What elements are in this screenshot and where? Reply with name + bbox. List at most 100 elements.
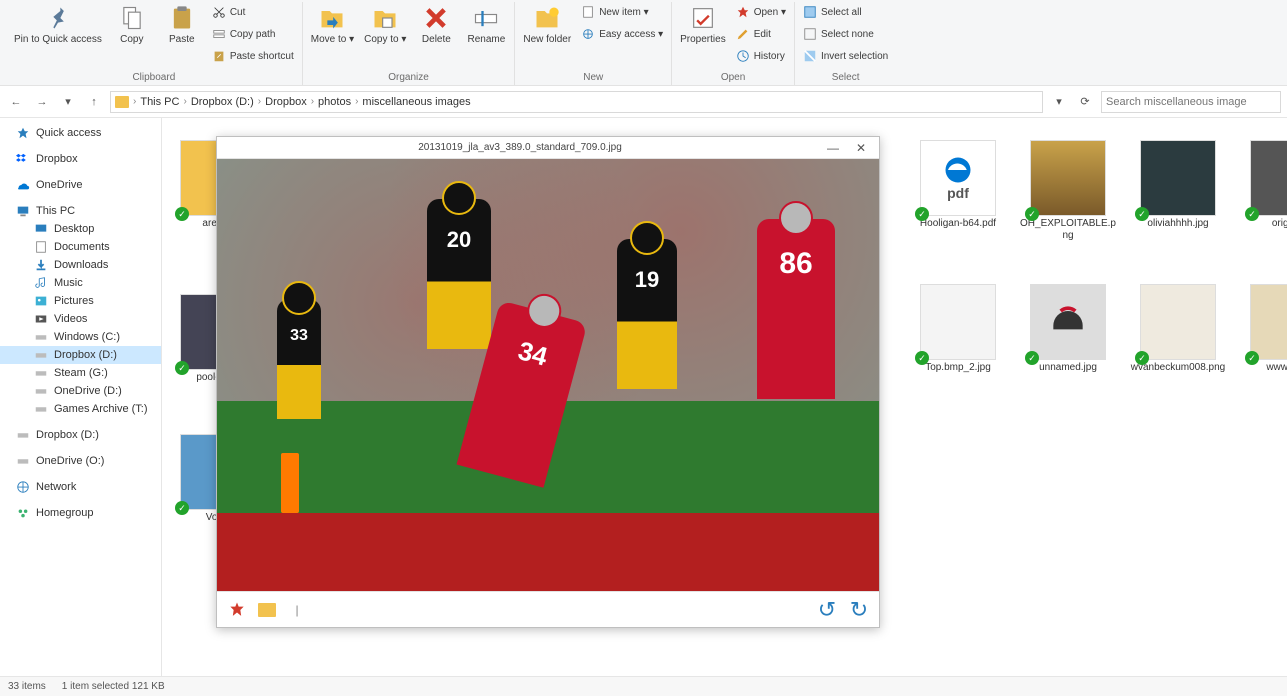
address-dropdown[interactable]: ▾ bbox=[1049, 92, 1069, 112]
copy-button[interactable]: Copy bbox=[110, 2, 154, 66]
downloads-icon bbox=[34, 258, 48, 272]
nav-drive-t[interactable]: Games Archive (T:) bbox=[0, 400, 161, 418]
toolbar-folder-button[interactable] bbox=[255, 598, 279, 622]
delete-button[interactable]: Delete bbox=[414, 2, 458, 66]
nav-desktop[interactable]: Desktop bbox=[0, 220, 161, 238]
copy-path-button[interactable]: Copy path bbox=[210, 24, 296, 44]
nav-pictures[interactable]: Pictures bbox=[0, 292, 161, 310]
easy-access-icon bbox=[581, 27, 595, 41]
paste-shortcut-button[interactable]: Paste shortcut bbox=[210, 46, 296, 66]
forward-button[interactable]: → bbox=[32, 92, 52, 112]
onedrive-icon bbox=[16, 178, 30, 192]
up-icon: ↑ bbox=[91, 96, 97, 108]
address-row: ← → ▾ ↑ › This PC › Dropbox (D:) › Dropb… bbox=[0, 86, 1287, 118]
refresh-button[interactable]: ⟳ bbox=[1075, 95, 1095, 108]
nav-onedrive-o[interactable]: OneDrive (O:) bbox=[0, 452, 161, 470]
rotate-cw-button[interactable]: ↻ bbox=[847, 598, 871, 622]
search-input[interactable] bbox=[1106, 96, 1276, 108]
crumb-this-pc[interactable]: This PC bbox=[140, 96, 179, 108]
new-item-button[interactable]: New item ▾ bbox=[579, 2, 665, 22]
nav-videos[interactable]: Videos bbox=[0, 310, 161, 328]
rotate-ccw-button[interactable]: ↺ bbox=[815, 598, 839, 622]
file-thumb[interactable]: ✓ OH_EXPLOITABLE.png bbox=[1018, 140, 1118, 242]
videos-icon bbox=[34, 312, 48, 326]
nav-drive-c[interactable]: Windows (C:) bbox=[0, 328, 161, 346]
move-to-button[interactable]: Move to ▾ bbox=[309, 2, 356, 66]
invert-selection-button[interactable]: Invert selection bbox=[801, 46, 890, 66]
back-button[interactable]: ← bbox=[6, 92, 26, 112]
crumb-dropbox[interactable]: Dropbox bbox=[265, 96, 307, 108]
nav-drive-onedrive[interactable]: OneDrive (D:) bbox=[0, 382, 161, 400]
nav-music[interactable]: Music bbox=[0, 274, 161, 292]
ribbon-group-clipboard: Pin to Quick access Copy Paste Cut Copy … bbox=[6, 2, 303, 85]
select-all-button[interactable]: Select all bbox=[801, 2, 890, 22]
jersey-number: 33 bbox=[290, 327, 308, 345]
nav-homegroup[interactable]: Homegroup bbox=[0, 504, 161, 522]
toolbar-star-button[interactable] bbox=[225, 598, 249, 622]
sync-badge-icon: ✓ bbox=[1245, 351, 1259, 365]
nav-drive-g[interactable]: Steam (G:) bbox=[0, 364, 161, 382]
sync-badge-icon: ✓ bbox=[1025, 351, 1039, 365]
open-button[interactable]: Open ▾ bbox=[734, 2, 788, 22]
sync-badge-icon: ✓ bbox=[1025, 207, 1039, 221]
nav-documents[interactable]: Documents bbox=[0, 238, 161, 256]
ribbon-group-open: Properties Open ▾ Edit History Open bbox=[672, 2, 795, 85]
file-thumb[interactable]: ✓ wvanbeckum008.png bbox=[1128, 284, 1228, 374]
recent-dropdown[interactable]: ▾ bbox=[58, 92, 78, 112]
crumb-misc[interactable]: miscellaneous images bbox=[362, 96, 470, 108]
nav-network[interactable]: Network bbox=[0, 478, 161, 496]
ribbon-group-select: Select all Select none Invert selection … bbox=[795, 2, 896, 85]
select-none-button[interactable]: Select none bbox=[801, 24, 890, 44]
search-box[interactable] bbox=[1101, 91, 1281, 113]
file-thumb[interactable]: ✓ www.b3ta bbox=[1238, 284, 1287, 374]
drive-icon bbox=[34, 348, 48, 362]
nav-onedrive[interactable]: OneDrive bbox=[0, 176, 161, 194]
file-thumb[interactable]: ✓ oliviahhhh.jpg bbox=[1128, 140, 1228, 230]
sync-badge-icon: ✓ bbox=[175, 207, 189, 221]
rename-icon bbox=[472, 4, 500, 32]
history-button[interactable]: History bbox=[734, 46, 788, 66]
pictures-icon bbox=[34, 294, 48, 308]
nav-downloads[interactable]: Downloads bbox=[0, 256, 161, 274]
address-bar[interactable]: › This PC › Dropbox (D:) › Dropbox › pho… bbox=[110, 91, 1043, 113]
nav-drive-d[interactable]: Dropbox (D:) bbox=[0, 346, 161, 364]
sync-badge-icon: ✓ bbox=[1245, 207, 1259, 221]
minimize-button[interactable]: — bbox=[819, 141, 847, 155]
crumb-photos[interactable]: photos bbox=[318, 96, 351, 108]
cut-button[interactable]: Cut bbox=[210, 2, 296, 22]
preview-titlebar[interactable]: 20131019_jla_av3_389.0_standard_709.0.jp… bbox=[217, 137, 879, 159]
preview-filename: 20131019_jla_av3_389.0_standard_709.0.jp… bbox=[221, 142, 819, 153]
toolbar-divider: | bbox=[285, 598, 309, 622]
delete-icon bbox=[422, 4, 450, 32]
file-thumb-pdf[interactable]: pdf ✓ Hooligan-b64.pdf bbox=[908, 140, 1008, 230]
easy-access-button[interactable]: Easy access ▾ bbox=[579, 24, 665, 44]
file-thumb[interactable]: ✓ Top.bmp_2.jpg bbox=[908, 284, 1008, 374]
sync-badge-icon: ✓ bbox=[175, 361, 189, 375]
pc-icon bbox=[16, 204, 30, 218]
file-thumb[interactable]: ✓ unnamed.jpg bbox=[1018, 284, 1118, 374]
nav-this-pc[interactable]: This PC bbox=[0, 202, 161, 220]
up-button[interactable]: ↑ bbox=[84, 92, 104, 112]
history-icon bbox=[736, 49, 750, 63]
properties-button[interactable]: Properties bbox=[678, 2, 728, 66]
status-bar: 33 items 1 item selected 121 KB bbox=[0, 676, 1287, 696]
file-thumb[interactable]: ✓ original bbox=[1238, 140, 1287, 230]
close-button[interactable]: ✕ bbox=[847, 141, 875, 155]
pin-to-quick-access-button[interactable]: Pin to Quick access bbox=[12, 2, 104, 66]
new-folder-button[interactable]: New folder bbox=[521, 2, 573, 66]
nav-dropbox-d2[interactable]: Dropbox (D:) bbox=[0, 426, 161, 444]
network-icon bbox=[16, 480, 30, 494]
nav-quick-access[interactable]: Quick access bbox=[0, 124, 161, 142]
rename-button[interactable]: Rename bbox=[464, 2, 508, 66]
nav-dropbox[interactable]: Dropbox bbox=[0, 150, 161, 168]
status-selection: 1 item selected 121 KB bbox=[62, 681, 165, 692]
preview-image: 20 33 19 86 bbox=[217, 159, 879, 591]
paste-button[interactable]: Paste bbox=[160, 2, 204, 66]
edit-icon bbox=[736, 27, 750, 41]
copy-to-button[interactable]: Copy to ▾ bbox=[362, 2, 408, 66]
preview-toolbar: | ↺ ↻ bbox=[217, 591, 879, 627]
sync-badge-icon: ✓ bbox=[1135, 351, 1149, 365]
edit-button[interactable]: Edit bbox=[734, 24, 788, 44]
desktop-icon bbox=[34, 222, 48, 236]
crumb-dropbox-d[interactable]: Dropbox (D:) bbox=[191, 96, 254, 108]
